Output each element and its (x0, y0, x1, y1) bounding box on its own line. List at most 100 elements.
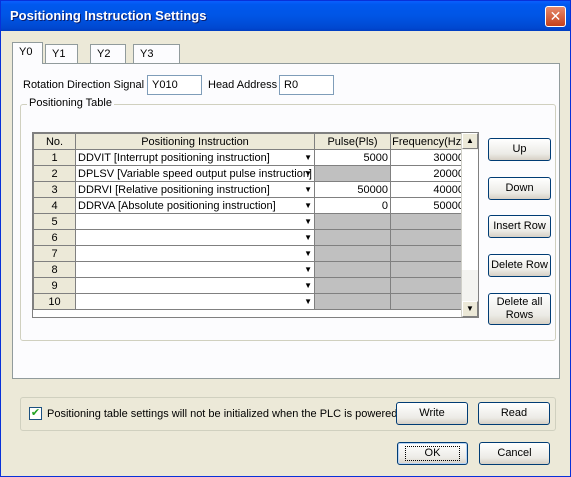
dropdown-arrow-icon[interactable]: ▼ (304, 153, 312, 163)
dropdown-arrow-icon[interactable]: ▼ (304, 185, 312, 195)
col-header-instruction[interactable]: Positioning Instruction (75, 133, 315, 150)
up-button[interactable]: Up (488, 138, 551, 161)
delete-all-label-line2: Rows (505, 309, 534, 321)
dropdown-arrow-icon[interactable]: ▼ (304, 201, 312, 211)
instruction-cell[interactable]: DDRVI [Relative positioning instruction]… (75, 181, 315, 198)
dropdown-arrow-icon[interactable]: ▼ (304, 281, 312, 291)
col-header-no[interactable]: No. (33, 133, 76, 150)
ok-button[interactable]: OK (397, 442, 468, 465)
frequency-cell (390, 293, 467, 310)
positioning-table: No. Positioning Instruction Pulse(Pls) F… (33, 133, 467, 310)
frequency-cell[interactable]: 20000 (390, 165, 467, 182)
frequency-cell (390, 245, 467, 262)
instruction-cell[interactable]: ▼ (75, 213, 315, 230)
frequency-cell[interactable]: 30000 (390, 149, 467, 166)
instruction-cell[interactable]: ▼ (75, 261, 315, 278)
delete-row-button[interactable]: Delete Row (488, 254, 551, 277)
positioning-table-grid: No. Positioning Instruction Pulse(Pls) F… (32, 132, 479, 318)
pulse-cell[interactable]: 5000 (314, 149, 391, 166)
pulse-cell (314, 165, 391, 182)
rotation-direction-input[interactable]: Y010 (147, 75, 202, 95)
table-row[interactable]: 4 DDRVA [Absolute positioning instructio… (33, 197, 467, 214)
title-bar[interactable]: Positioning Instruction Settings ✕ (1, 1, 570, 31)
positioning-table-title: Positioning Table (27, 97, 114, 109)
instruction-value: DDRVI [Relative positioning instruction] (78, 183, 270, 196)
tab-y3[interactable]: Y3 (133, 44, 180, 63)
init-checkbox-label[interactable]: Positioning table settings will not be i… (47, 408, 413, 420)
scroll-down-icon[interactable]: ▼ (462, 301, 478, 317)
instruction-cell[interactable]: ▼ (75, 277, 315, 294)
table-vertical-scrollbar[interactable]: ▲ ▼ (461, 133, 478, 317)
scroll-up-icon[interactable]: ▲ (462, 133, 478, 149)
frequency-cell[interactable]: 40000 (390, 181, 467, 198)
dropdown-arrow-icon[interactable]: ▼ (304, 169, 312, 179)
instruction-cell[interactable]: ▼ (75, 245, 315, 262)
delete-all-rows-button[interactable]: Delete all Rows (488, 293, 551, 325)
pulse-cell (314, 213, 391, 230)
col-header-frequency[interactable]: Frequency(Hz) (390, 133, 467, 150)
frequency-cell (390, 229, 467, 246)
instruction-value: DDVIT [Interrupt positioning instruction… (78, 151, 270, 164)
tab-y2[interactable]: Y2 (90, 44, 126, 63)
rotation-direction-label: Rotation Direction Signal (23, 79, 145, 91)
row-number: 7 (33, 245, 76, 262)
tab-y0[interactable]: Y0 (12, 42, 43, 64)
dropdown-arrow-icon[interactable]: ▼ (304, 249, 312, 259)
instruction-cell[interactable]: ▼ (75, 229, 315, 246)
cancel-button[interactable]: Cancel (479, 442, 550, 465)
window-title: Positioning Instruction Settings (10, 8, 207, 23)
row-number: 3 (33, 181, 76, 198)
close-button[interactable]: ✕ (545, 6, 566, 27)
table-row[interactable]: 9 ▼ (33, 277, 467, 294)
table-row[interactable]: 3 DDRVI [Relative positioning instructio… (33, 181, 467, 198)
checkmark-icon: ✔ (30, 407, 41, 419)
row-number: 10 (33, 293, 76, 310)
write-button[interactable]: Write (396, 402, 468, 425)
instruction-cell[interactable]: DPLSV [Variable speed output pulse instr… (75, 165, 315, 182)
table-row[interactable]: 7 ▼ (33, 245, 467, 262)
insert-row-button[interactable]: Insert Row (488, 215, 551, 238)
table-row[interactable]: 10 ▼ (33, 293, 467, 310)
head-address-input[interactable]: R0 (279, 75, 334, 95)
row-number: 5 (33, 213, 76, 230)
dropdown-arrow-icon[interactable]: ▼ (304, 233, 312, 243)
pulse-cell (314, 277, 391, 294)
head-address-label: Head Address (208, 79, 278, 91)
dropdown-arrow-icon[interactable]: ▼ (304, 297, 312, 307)
row-number: 9 (33, 277, 76, 294)
instruction-cell[interactable]: DDRVA [Absolute positioning instruction]… (75, 197, 315, 214)
row-number: 4 (33, 197, 76, 214)
table-row[interactable]: 2 DPLSV [Variable speed output pulse ins… (33, 165, 467, 182)
table-row[interactable]: 1 DDVIT [Interrupt positioning instructi… (33, 149, 467, 166)
dropdown-arrow-icon[interactable]: ▼ (304, 265, 312, 275)
col-header-pulse[interactable]: Pulse(Pls) (314, 133, 391, 150)
close-icon: ✕ (549, 8, 562, 24)
instruction-cell[interactable]: ▼ (75, 293, 315, 310)
dialog-window: Positioning Instruction Settings ✕ Y0 Y1… (0, 0, 571, 477)
frequency-cell (390, 261, 467, 278)
dropdown-arrow-icon[interactable]: ▼ (304, 217, 312, 227)
tab-y1[interactable]: Y1 (45, 44, 78, 63)
row-number: 8 (33, 261, 76, 278)
pulse-cell (314, 229, 391, 246)
instruction-cell[interactable]: DDVIT [Interrupt positioning instruction… (75, 149, 315, 166)
table-header-row: No. Positioning Instruction Pulse(Pls) F… (33, 133, 467, 150)
pulse-cell (314, 261, 391, 278)
pulse-cell (314, 245, 391, 262)
frequency-cell[interactable]: 50000 (390, 197, 467, 214)
instruction-value: DPLSV [Variable speed output pulse instr… (78, 167, 312, 180)
table-row[interactable]: 8 ▼ (33, 261, 467, 278)
row-number: 6 (33, 229, 76, 246)
row-number: 1 (33, 149, 76, 166)
scroll-track[interactable] (462, 150, 478, 270)
table-row[interactable]: 5 ▼ (33, 213, 467, 230)
pulse-cell[interactable]: 0 (314, 197, 391, 214)
table-row[interactable]: 6 ▼ (33, 229, 467, 246)
row-number: 2 (33, 165, 76, 182)
pulse-cell[interactable]: 50000 (314, 181, 391, 198)
ok-label: OK (404, 446, 461, 461)
read-button[interactable]: Read (478, 402, 550, 425)
frequency-cell (390, 277, 467, 294)
down-button[interactable]: Down (488, 177, 551, 200)
init-checkbox[interactable]: ✔ (29, 407, 42, 420)
